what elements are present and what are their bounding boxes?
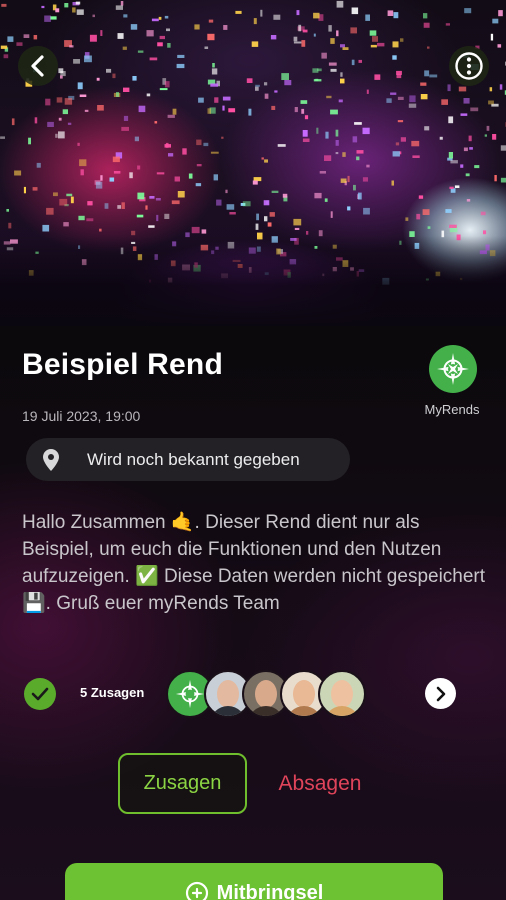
chevron-left-icon	[31, 55, 44, 77]
organizer-logo[interactable]	[429, 345, 477, 393]
crowd-silhouette	[0, 236, 506, 326]
event-details: Beispiel Rend 19 Juli 2023, 19:00 MyRend…	[0, 326, 506, 900]
back-button[interactable]	[18, 46, 58, 86]
check-icon	[24, 678, 56, 710]
event-title: Beispiel Rend	[22, 348, 223, 381]
event-datetime: 19 Juli 2023, 19:00	[22, 408, 141, 424]
avatar	[318, 670, 366, 718]
attendees-next-button[interactable]	[425, 678, 456, 709]
location-text: Wird noch bekannt gegeben	[87, 449, 300, 469]
more-vertical-icon	[455, 52, 483, 80]
location-pin-icon	[40, 447, 62, 473]
event-description: Hallo Zusammen 🤙. Dieser Rend dient nur …	[22, 512, 486, 614]
compass-logo-icon	[437, 353, 469, 385]
attendees-row[interactable]: 5 Zusagen	[0, 669, 506, 719]
bring-items-label: Mitbringsel	[216, 881, 324, 900]
accept-button[interactable]: Zusagen	[118, 753, 247, 814]
location-pill[interactable]: Wird noch bekannt gegeben	[26, 438, 350, 481]
compass-logo-icon	[175, 679, 205, 709]
attendee-count: 5 Zusagen	[80, 685, 145, 700]
organizer-name[interactable]: MyRends	[412, 402, 492, 417]
gift-icon	[185, 881, 208, 900]
bring-items-button[interactable]: Mitbringsel	[65, 863, 443, 900]
hero-image	[0, 0, 506, 326]
decline-button[interactable]: Absagen	[262, 753, 378, 814]
more-options-button[interactable]	[449, 46, 489, 86]
attendee-avatars[interactable]	[166, 670, 366, 718]
chevron-right-icon	[436, 686, 445, 701]
